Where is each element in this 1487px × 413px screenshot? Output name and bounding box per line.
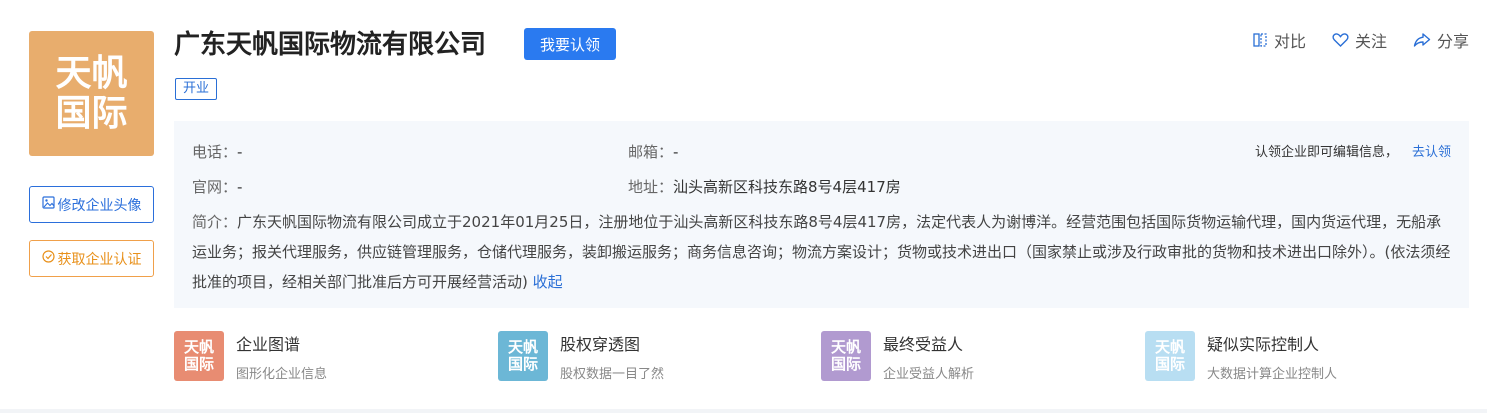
intro-label: 简介： — [192, 213, 238, 231]
share-button[interactable]: 分享 — [1413, 28, 1469, 52]
status-badge: 开业 — [175, 78, 218, 100]
heart-icon — [1332, 32, 1349, 48]
card-subtitle: 企业受益人解析 — [883, 367, 975, 382]
intro-text: 广东天帆国际物流有限公司成立于2021年01月25日，注册地位于汕头高新区科技东… — [192, 213, 1451, 291]
claim-hint-text: 认领企业即可编辑信息， — [1254, 145, 1398, 160]
card-logo-text: 天帆国际 — [830, 338, 861, 373]
card-title: 股权穿透图 — [560, 335, 641, 354]
card-logo: 天帆国际 — [174, 331, 224, 381]
claim-hint: 认领企业即可编辑信息， 去认领 — [1255, 141, 1451, 160]
section-divider — [0, 409, 1487, 413]
compare-icon — [1252, 32, 1268, 48]
edit-avatar-button[interactable]: 修改企业头像 — [29, 186, 154, 223]
website-value: - — [237, 178, 243, 196]
card-subtitle: 大数据计算企业控制人 — [1207, 367, 1338, 382]
address-label: 地址： — [628, 178, 674, 196]
compare-label: 对比 — [1273, 32, 1306, 51]
compare-button[interactable]: 对比 — [1252, 28, 1306, 52]
phone-label: 电话： — [192, 143, 238, 161]
get-certification-button[interactable]: 获取企业认证 — [29, 240, 154, 277]
card-logo-text: 天帆国际 — [507, 338, 538, 373]
share-label: 分享 — [1436, 32, 1469, 51]
card-logo-text: 天帆国际 — [1154, 338, 1185, 373]
feature-cards: 天帆国际 企业图谱 图形化企业信息 天帆国际 股权穿透图 股权数据一目了然 天帆… — [174, 331, 1469, 383]
card-logo: 天帆国际 — [1145, 331, 1195, 381]
follow-button[interactable]: 关注 — [1332, 28, 1387, 52]
email-value: - — [673, 143, 679, 161]
address-value: 汕头高新区科技东路8号4层417房 — [673, 178, 901, 196]
card-logo-text: 天帆国际 — [183, 338, 214, 373]
go-claim-link[interactable]: 去认领 — [1412, 145, 1451, 160]
address-row: 地址：汕头高新区科技东路8号4层417房 — [628, 176, 901, 197]
company-name: 广东天帆国际物流有限公司 — [174, 30, 487, 60]
card-logo: 天帆国际 — [498, 331, 548, 381]
claim-button[interactable]: 我要认领 — [524, 28, 616, 60]
image-icon — [41, 196, 55, 213]
company-logo: 天帆国际 — [29, 31, 154, 156]
phone-value: - — [237, 143, 243, 161]
share-icon — [1413, 32, 1431, 48]
card-subtitle: 股权数据一目了然 — [560, 367, 665, 382]
email-label: 邮箱： — [628, 143, 674, 161]
follow-label: 关注 — [1354, 32, 1387, 51]
website-row: 官网：- — [192, 176, 242, 197]
card-subtitle: 图形化企业信息 — [236, 367, 328, 382]
collapse-link[interactable]: 收起 — [533, 273, 563, 291]
card-title: 企业图谱 — [236, 335, 301, 354]
company-intro: 简介：广东天帆国际物流有限公司成立于2021年01月25日，注册地位于汕头高新区… — [192, 207, 1454, 297]
get-certification-label: 获取企业认证 — [57, 251, 142, 268]
certificate-icon — [41, 250, 55, 267]
company-info-panel: 电话：- 邮箱：- 认领企业即可编辑信息， 去认领 官网：- 地址：汕头高新区科技… — [174, 121, 1469, 308]
website-label: 官网： — [192, 178, 238, 196]
card-title: 最终受益人 — [883, 335, 964, 354]
phone-row: 电话：- — [192, 141, 242, 162]
edit-avatar-label: 修改企业头像 — [57, 197, 142, 214]
card-logo: 天帆国际 — [821, 331, 871, 381]
company-logo-text: 天帆国际 — [55, 52, 128, 134]
card-title: 疑似实际控制人 — [1207, 335, 1320, 354]
email-row: 邮箱：- — [628, 141, 678, 162]
top-actions: 对比 关注 分享 — [1226, 28, 1469, 52]
